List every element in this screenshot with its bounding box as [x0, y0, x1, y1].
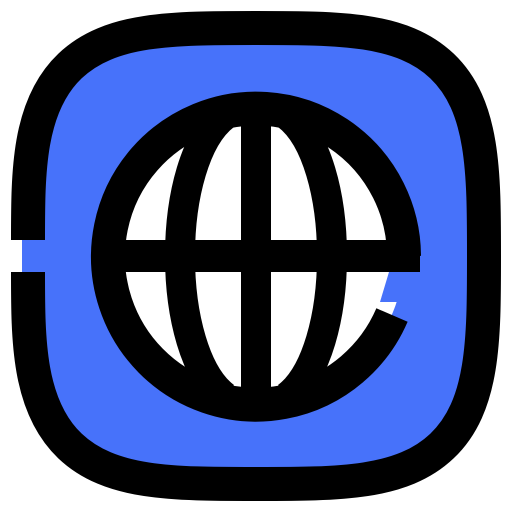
globe-app-icon [11, 11, 501, 501]
outline-gap-notch [22, 240, 42, 272]
app-icon-canvas [0, 0, 512, 512]
